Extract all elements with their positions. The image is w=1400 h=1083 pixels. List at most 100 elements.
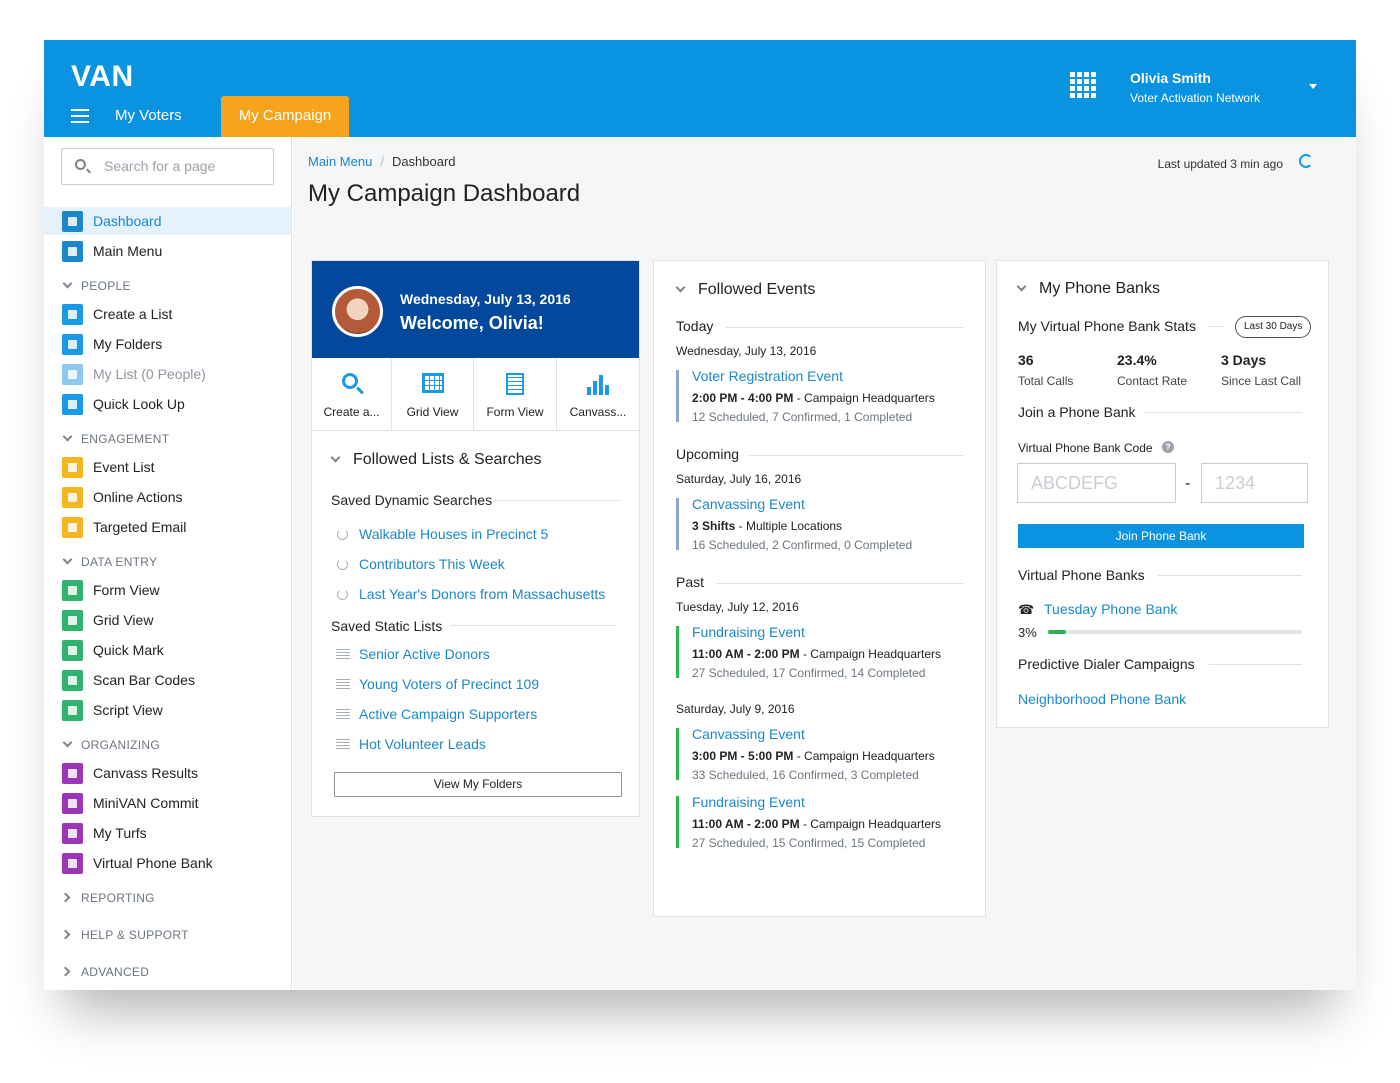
id-card-icon [62,394,83,415]
menu-icon[interactable] [71,109,89,123]
breadcrumb-main-menu[interactable]: Main Menu [308,154,372,169]
quick-action-label: Grid View [406,405,459,419]
sidebar-item-grid-view[interactable]: Grid View [44,606,291,634]
phone-bank-code-input[interactable] [1017,463,1176,503]
static-list-link[interactable]: Senior Active Donors [359,646,490,662]
user-name[interactable]: Olivia Smith [1130,70,1211,86]
sidebar-item-label: Quick Mark [93,642,164,658]
phone-banks-card: My Phone Banks My Virtual Phone Bank Sta… [996,260,1329,728]
sidebar-item-label: Main Menu [93,243,163,259]
event-section-title: Upcoming [676,446,740,462]
chevron-down-icon [62,737,73,748]
sidebar-item-scan-bar-codes[interactable]: Scan Bar Codes [44,666,291,694]
sidebar-section-title: PEOPLE [81,279,131,293]
main-content: Main Menu / Dashboard Last updated 3 min a… [293,137,1356,990]
join-phone-bank-title: Join a Phone Bank [1018,404,1136,420]
divider [1145,412,1302,413]
event-section-title: Past [676,574,705,590]
followed-lists-title: Followed Lists & Searches [353,451,542,468]
bar-chart-icon [62,763,83,784]
tab-my-voters[interactable]: My Voters [95,96,202,137]
followed-events-card: Followed Events Today Wednesday, July 13,… [653,260,986,917]
join-phone-bank-button[interactable]: Join Phone Bank [1018,524,1304,548]
event-title-link[interactable]: Canvassing Event [692,726,805,742]
sidebar-section-title: ENGAGEMENT [81,432,170,446]
chevron-down-icon[interactable] [1309,84,1317,89]
dynamic-search-link[interactable]: Last Year's Donors from Massachusetts [359,586,605,602]
welcome-banner: Wednesday, July 13, 2016 Welcome, Olivia… [312,261,639,358]
breadcrumb-current: Dashboard [391,154,456,169]
sidebar-item-my-turfs[interactable]: My Turfs [44,819,291,847]
static-list-link[interactable]: Active Campaign Supporters [359,706,537,722]
dynamic-search-link[interactable]: Contributors This Week [359,556,505,572]
sidebar-item-form-view[interactable]: Form View [44,576,291,604]
event-location: - Campaign Headquarters [793,391,935,405]
sidebar-item-quick-mark[interactable]: Quick Mark [44,636,291,664]
virtual-phone-banks-title: Virtual Phone Banks [1018,567,1145,583]
telephone-icon [62,853,83,874]
sidebar-item-label: My Turfs [93,825,147,841]
top-bar: VAN My Voters My Campaign Olivia Smith V… [44,40,1356,137]
period-filter-button[interactable]: Last 30 Days [1235,316,1312,338]
divider [1209,326,1224,327]
sidebar-item-label: Targeted Email [93,519,187,535]
event-title-link[interactable]: Canvassing Event [692,496,805,512]
divider [716,583,964,584]
sidebar-item-create-a-list[interactable]: Create a List [44,300,291,328]
event-stats: 27 Scheduled, 17 Confirmed, 14 Completed [692,666,926,680]
static-list-link[interactable]: Hot Volunteer Leads [359,736,486,752]
chevron-down-icon [62,278,73,289]
quick-action-form-view[interactable]: Form View [474,358,557,430]
grid-icon [421,373,444,393]
followed-events-header[interactable]: Followed Events [675,281,815,299]
breadcrumb-separator: / [380,154,384,169]
divider [494,500,621,501]
help-icon[interactable]: ? [1162,441,1174,453]
sidebar-item-dashboard[interactable]: Dashboard [44,207,291,235]
quick-action-grid-view[interactable]: Grid View [392,358,474,430]
chevron-down-icon [62,554,73,565]
refresh-icon[interactable] [1299,154,1313,168]
sidebar-item-my-list-0-people[interactable]: My List (0 People) [44,360,291,388]
dynamic-search-link[interactable]: Walkable Houses in Precinct 5 [359,526,548,542]
sidebar-item-quick-look-up[interactable]: Quick Look Up [44,390,291,418]
sidebar-item-targeted-email[interactable]: Targeted Email [44,513,291,541]
event-stats: 27 Scheduled, 15 Confirmed, 15 Completed [692,836,926,850]
tab-my-campaign[interactable]: My Campaign [221,96,349,137]
sidebar-item-virtual-phone-bank[interactable]: Virtual Phone Bank [44,849,291,877]
sidebar-item-label: Create a List [93,306,173,322]
event-time: 3 Shifts - Multiple Locations [692,519,842,533]
sidebar-item-label: Canvass Results [93,765,199,781]
followed-lists-header[interactable]: Followed Lists & Searches [330,451,542,469]
view-my-folders-button[interactable]: View My Folders [334,772,622,797]
event-location: - Campaign Headquarters [793,749,935,763]
sidebar-item-label: My Folders [93,336,163,352]
tuesday-phone-bank-link[interactable]: Tuesday Phone Bank [1044,601,1177,617]
sidebar-item-my-folders[interactable]: My Folders [44,330,291,358]
event-title-link[interactable]: Fundraising Event [692,794,805,810]
apps-grid-icon[interactable] [1070,72,1096,98]
sidebar-item-script-view[interactable]: Script View [44,696,291,724]
sidebar-item-event-list[interactable]: Event List [44,453,291,481]
static-list-link[interactable]: Young Voters of Precinct 109 [359,676,539,692]
sidebar-item-main-menu[interactable]: Main Menu [44,237,291,265]
breadcrumb: Main Menu / Dashboard [308,154,456,169]
sidebar-item-canvass-results[interactable]: Canvass Results [44,759,291,787]
sidebar-item-online-actions[interactable]: Online Actions [44,483,291,511]
event-title-link[interactable]: Fundraising Event [692,624,805,640]
vpb-stats-title: My Virtual Phone Bank Stats [1018,318,1196,334]
page-search[interactable] [61,148,274,185]
chevron-right-icon [60,929,71,940]
sidebar-section-title: DATA ENTRY [81,555,158,569]
quick-action-create-list[interactable]: Create a... [312,358,392,430]
neighborhood-phone-bank-link[interactable]: Neighborhood Phone Bank [1018,691,1186,707]
quick-action-canvass[interactable]: Canvass... [557,358,639,430]
dashboard-icon [62,211,83,232]
phone-banks-header[interactable]: My Phone Banks [1016,280,1160,298]
event-location: - Campaign Headquarters [799,647,942,661]
search-input[interactable] [104,158,264,174]
event-time-range: 11:00 AM - 2:00 PM [692,817,800,831]
sidebar-item-minivan-commit[interactable]: MiniVAN Commit [44,789,291,817]
phone-bank-pin-input[interactable] [1201,463,1308,503]
event-title-link[interactable]: Voter Registration Event [692,368,843,384]
